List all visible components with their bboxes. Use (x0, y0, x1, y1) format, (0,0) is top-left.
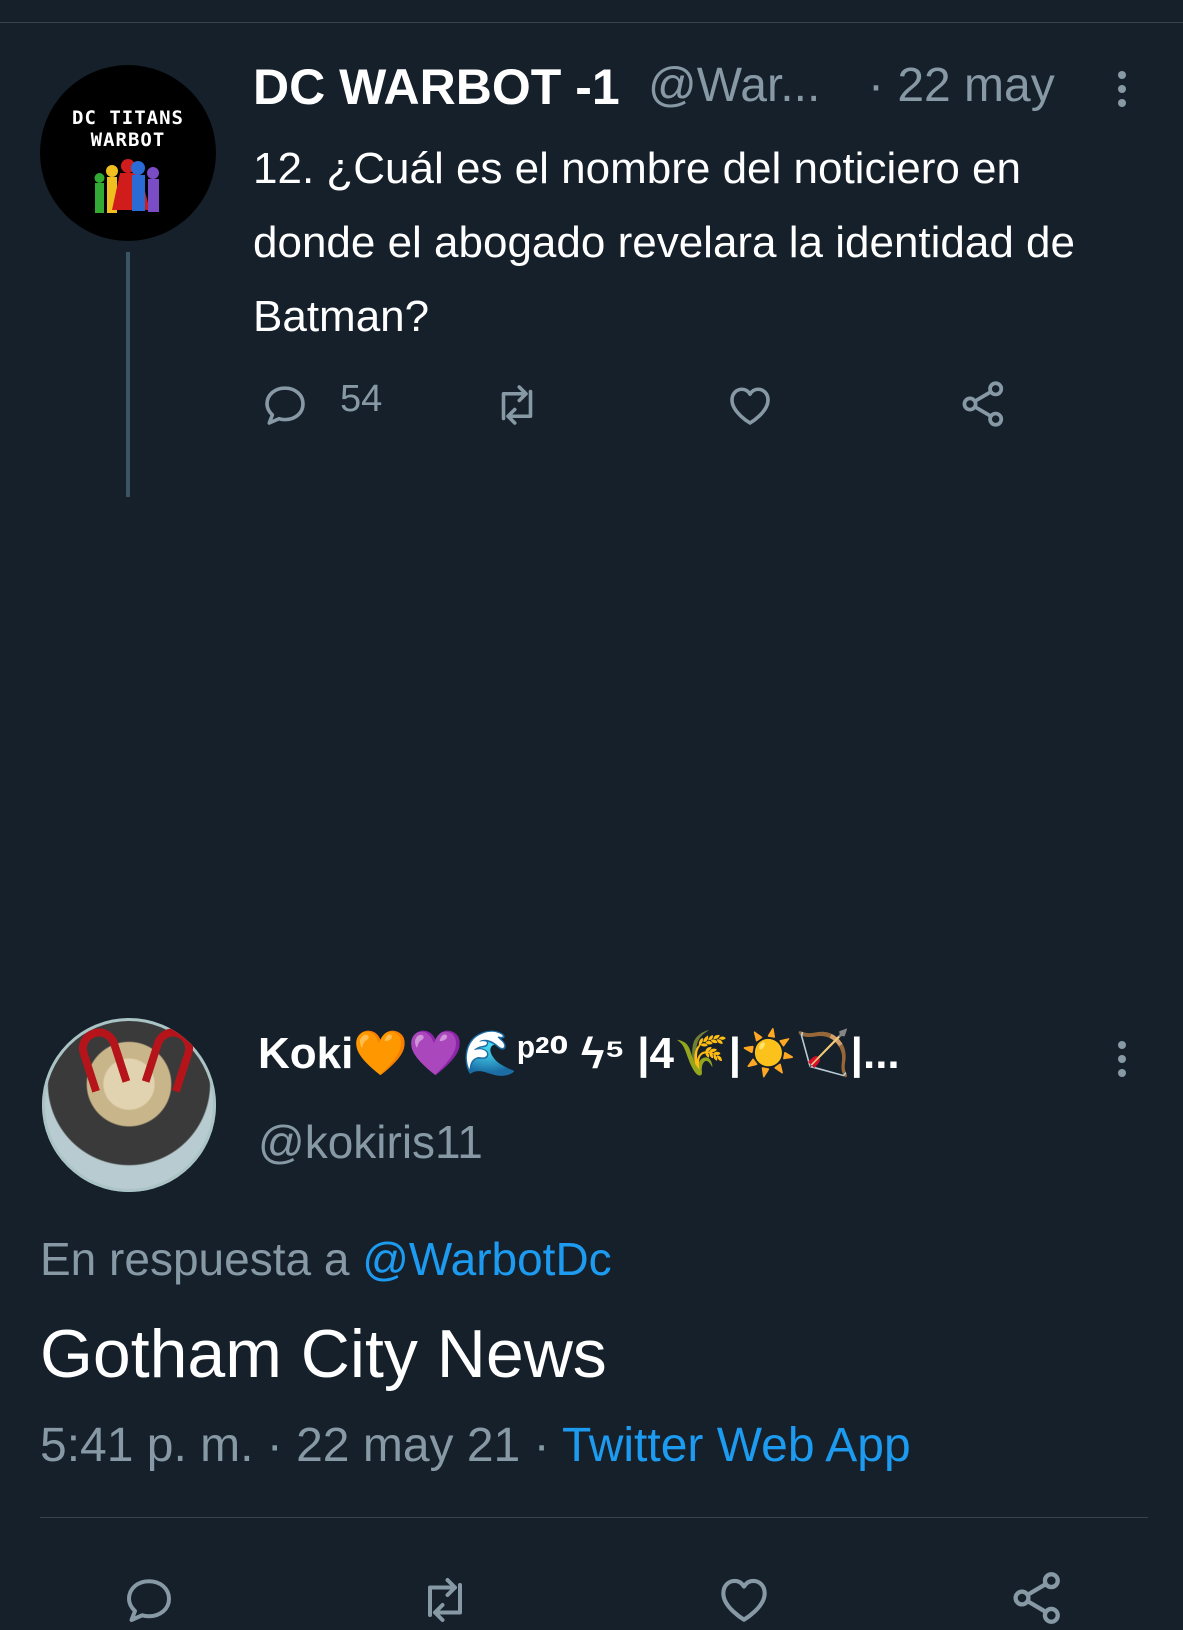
thread-connector-line (126, 252, 130, 497)
share-icon[interactable] (1006, 1566, 1070, 1630)
reply-tweet-text: Gotham City News (40, 1316, 607, 1392)
parent-handle[interactable]: @War... (648, 58, 820, 113)
in-reply-prefix: En respuesta a (40, 1233, 350, 1285)
in-reply-to: En respuesta a @WarbotDc (40, 1232, 612, 1286)
actions-divider (40, 1517, 1148, 1518)
more-icon[interactable] (1112, 67, 1132, 117)
reply-icon[interactable] (258, 378, 312, 432)
horn-left-icon (73, 1023, 131, 1093)
tweet-metadata: 5:41 p. m. · 22 may 21 · Twitter Web App (40, 1418, 911, 1473)
like-icon[interactable] (722, 378, 778, 432)
reply-count: 54 (340, 378, 383, 420)
reply-avatar[interactable] (42, 1018, 216, 1192)
horn-right-icon (141, 1023, 199, 1093)
more-icon[interactable] (1112, 1037, 1132, 1087)
parent-avatar[interactable]: DC TITANS WARBOT (40, 65, 216, 241)
reply-handle[interactable]: @kokiris11 (258, 1115, 483, 1169)
parent-date[interactable]: · 22 may (868, 58, 1055, 113)
heroes-silhouette-icon (94, 159, 159, 213)
tweet-source-link[interactable]: Twitter Web App (562, 1419, 911, 1472)
retweet-icon[interactable] (488, 378, 546, 432)
parent-tweet[interactable]: DC TITANS WARBOT DC WARBOT -1 @War... · … (0, 0, 1183, 500)
in-reply-handle-link[interactable]: @WarbotDc (362, 1233, 611, 1285)
retweet-icon[interactable] (412, 1570, 478, 1630)
like-icon[interactable] (712, 1568, 776, 1630)
reply-tweet[interactable]: Koki🧡💜🌊ᵖ²⁰ ϟ⁵ |4🌾|☀️🏹|... @kokiris11 En … (0, 500, 1183, 1624)
share-icon[interactable] (956, 376, 1012, 432)
parent-display-name[interactable]: DC WARBOT -1 (253, 58, 620, 116)
parent-tweet-text: 12. ¿Cuál es el nombre del noticiero en … (253, 144, 1075, 341)
reply-display-name[interactable]: Koki🧡💜🌊ᵖ²⁰ ϟ⁵ |4🌾|☀️🏹|... (258, 1027, 900, 1079)
tweet-timestamp[interactable]: 5:41 p. m. · 22 may 21 · (40, 1419, 550, 1472)
reply-icon[interactable] (118, 1570, 180, 1630)
